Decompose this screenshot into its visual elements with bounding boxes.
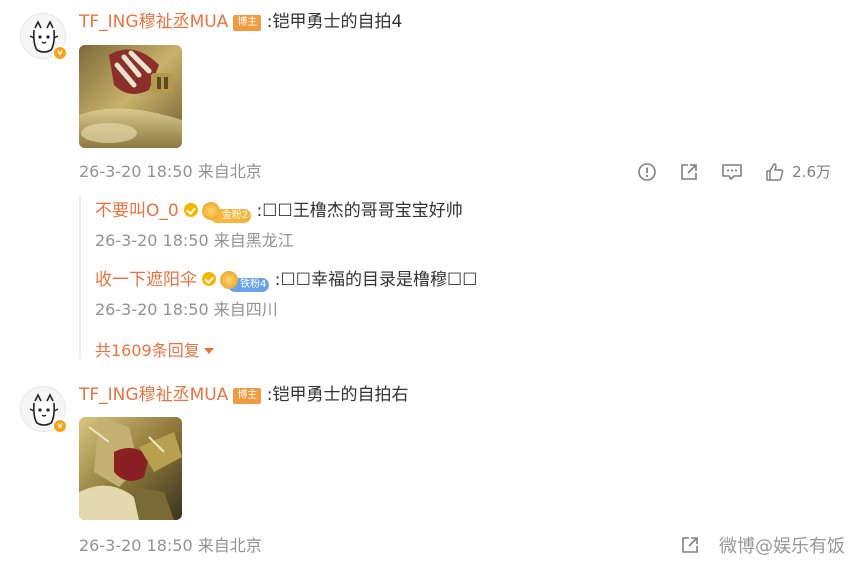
host-badge: 博主 [233, 15, 262, 31]
reply-meta: 26-3-20 18:50 来自黑龙江 [95, 231, 294, 250]
share-button[interactable] [680, 535, 700, 555]
avatar[interactable]: v [20, 13, 68, 61]
username-link[interactable]: TF_ING穆祉丞MUA [79, 385, 228, 405]
fan-badge: 铁粉4 [220, 271, 270, 292]
fan-crown-icon [220, 271, 238, 289]
comment-photo[interactable] [79, 45, 182, 148]
armor-photo-image [79, 417, 182, 520]
comment-header: TF_ING穆祉丞MUA 博主 :铠甲勇士的自拍4 [79, 11, 402, 33]
comment-item: v TF_ING穆祉丞MUA 博主 :铠甲勇士的自拍4 26-3-20 18:50 [0, 0, 853, 370]
comment-header: TF_ING穆祉丞MUA 博主 :铠甲勇士的自拍右 [79, 384, 408, 406]
verified-badge-icon: v [52, 418, 68, 434]
verified-icon [183, 203, 198, 217]
comment-photo[interactable] [79, 417, 182, 520]
comment-icon [722, 163, 742, 180]
fan-crown-icon [201, 202, 220, 220]
reply-text: :☐☐幸福的目录是橹穆☐☐ [274, 270, 478, 290]
comment-text: :铠甲勇士的自拍右 [266, 385, 409, 405]
comment-meta: 26-3-20 18:50 来自北京 [79, 536, 262, 555]
comment-text: :铠甲勇士的自拍4 [266, 12, 403, 32]
comment-actions: 2.6万 [615, 161, 831, 182]
reply-username[interactable]: 不要叫O_0 [95, 201, 179, 221]
reply-list: 不要叫O_0 金粉2 :☐☐王橹杰的哥哥宝宝好帅 26-3-20 18:50 来自… [79, 196, 839, 361]
reply-button[interactable] [721, 162, 743, 182]
chevron-down-icon [203, 348, 214, 354]
reply-item: 收一下遮阳伞 铁粉4 :☐☐幸福的目录是橹穆☐☐ [95, 269, 478, 292]
comment-actions [658, 535, 700, 555]
like-count: 2.6万 [792, 163, 831, 181]
verified-icon [202, 272, 216, 286]
share-icon [681, 163, 697, 180]
watermark: 微博@娱乐有饭 [719, 536, 845, 557]
fan-badge: 金粉2 [201, 202, 252, 223]
reply-username[interactable]: 收一下遮阳伞 [95, 270, 197, 290]
reply-item: 不要叫O_0 金粉2 :☐☐王橹杰的哥哥宝宝好帅 [95, 200, 463, 223]
like-button[interactable]: 2.6万 [765, 161, 831, 182]
username-link[interactable]: TF_ING穆祉丞MUA [79, 12, 228, 32]
like-icon [766, 162, 784, 181]
report-icon [638, 162, 656, 181]
avatar[interactable]: v [20, 386, 68, 434]
reply-text: :☐☐王橹杰的哥哥宝宝好帅 [256, 201, 463, 221]
comment-meta: 26-3-20 18:50 来自北京 [79, 162, 262, 181]
share-icon [682, 537, 698, 553]
verified-badge-icon: v [52, 45, 68, 61]
report-button[interactable] [637, 162, 657, 182]
host-badge: 博主 [233, 388, 262, 404]
armor-photo-image [79, 45, 182, 148]
reply-meta: 26-3-20 18:50 来自四川 [95, 300, 278, 319]
more-replies-link[interactable]: 共1609条回复 [95, 337, 214, 361]
share-button[interactable] [679, 162, 699, 182]
